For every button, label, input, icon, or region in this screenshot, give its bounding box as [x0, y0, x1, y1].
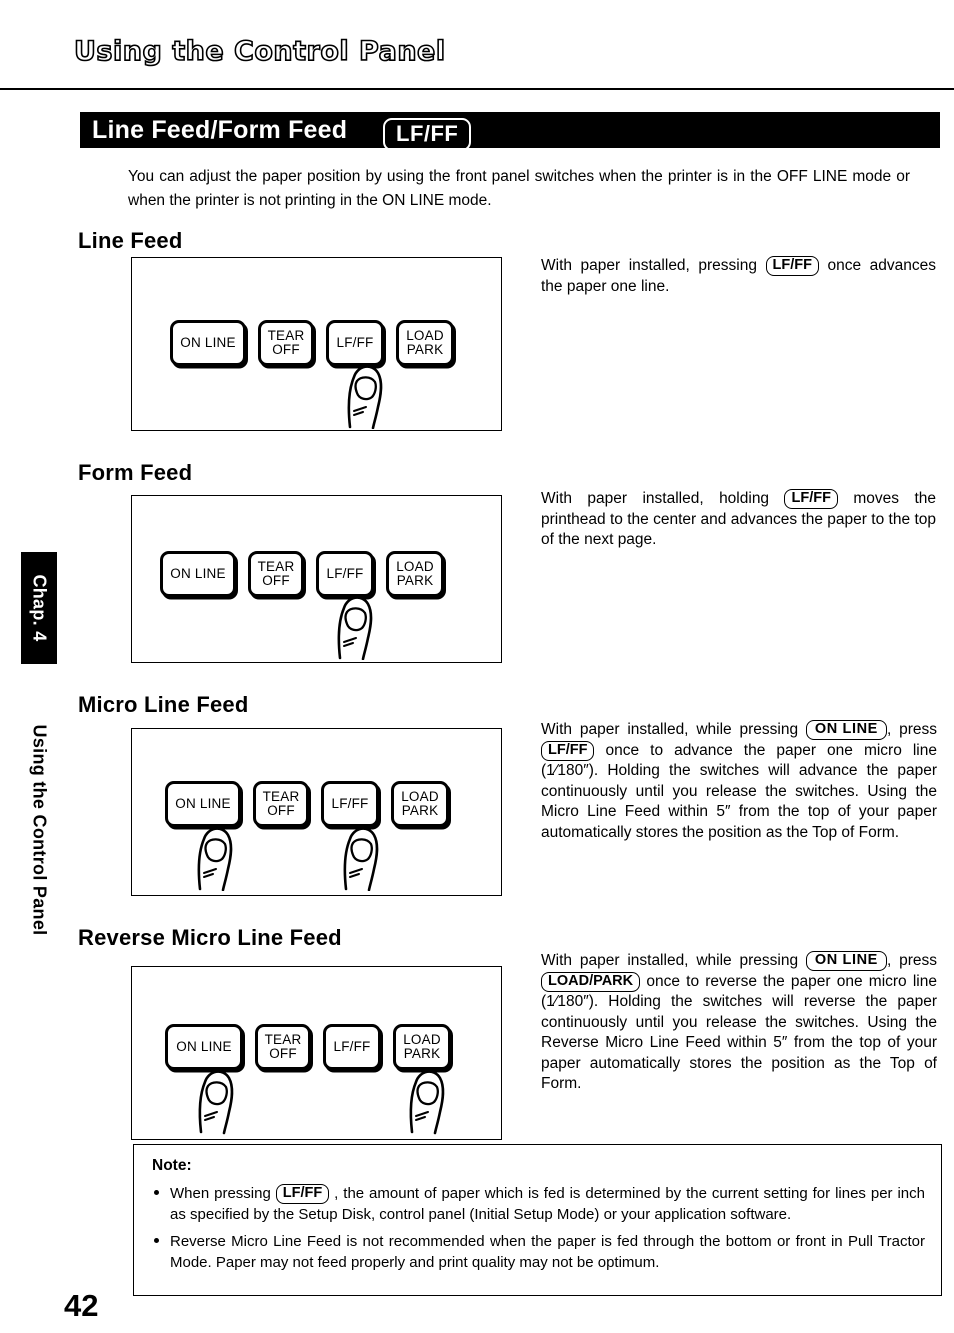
finger-icon-load-park — [409, 1070, 445, 1135]
section-title: Line Feed/Form Feed — [92, 116, 348, 144]
panel-button-load-park-label-1: LOAD — [396, 559, 434, 574]
desc-reverse-text-c: press — [899, 952, 937, 969]
chapter-tab: Chap. 4 — [21, 552, 57, 664]
chapter-side-label: Using the Control Panel — [29, 724, 50, 936]
finger-icon-lf-ff — [343, 827, 379, 891]
section-key-badge: LF/FF — [383, 118, 472, 151]
panel-button-load-park-label-2: PARK — [396, 573, 434, 588]
panel-button-load-park-label-1: LOAD — [406, 328, 444, 343]
panel-button-on-line[interactable]: ON LINE — [160, 551, 236, 597]
key-badge-lf-ff: LF/FF — [765, 256, 819, 276]
heading-line-feed: Line Feed — [78, 228, 183, 253]
panel-button-load-park-label-1: LOAD — [401, 789, 439, 804]
chapter-title: Using the Control Panel — [73, 35, 446, 68]
bullet-icon — [154, 1238, 159, 1243]
heading-form-feed: Form Feed — [78, 460, 193, 485]
panel-button-tear-off-label-2: OFF — [272, 342, 300, 357]
panel-button-lf-ff-label: LF/FF — [333, 1039, 371, 1054]
panel-button-tear-off-label-1: TEAR — [262, 789, 300, 804]
panel-button-tear-off[interactable]: TEAR OFF — [255, 1024, 311, 1070]
note-title: Note: — [152, 1157, 192, 1174]
panel-button-load-park[interactable]: LOAD PARK — [391, 781, 449, 827]
desc-micro-text-c: press — [899, 721, 937, 738]
note-box: Note: When pressing LF/FF , the amount o… — [133, 1144, 942, 1296]
key-badge-lf-ff: LF/FF — [784, 489, 838, 509]
intro-paragraph: You can adjust the paper position by usi… — [128, 168, 910, 209]
desc-micro-text-d: once to advance the paper one micro line… — [541, 741, 937, 841]
panel-button-lf-ff-label: LF/FF — [331, 796, 369, 811]
bullet-icon — [154, 1190, 159, 1195]
chapter-side-label-container: Using the Control Panel — [21, 700, 57, 960]
note-list-item: Reverse Micro Line Feed is not recommend… — [152, 1232, 925, 1273]
panel-button-tear-off-label-1: TEAR — [267, 328, 305, 343]
desc-line-feed: With paper installed, pressing LF/FF onc… — [541, 256, 936, 297]
panel-button-tear-off[interactable]: TEAR OFF — [253, 781, 309, 827]
desc-micro-text-a: With paper installed, while pressing — [541, 721, 799, 738]
diagram-form-feed: ON LINE TEAR OFF LF/FF LOAD PARK — [131, 495, 502, 663]
manual-page: Using the Control Panel Line Feed/Form F… — [0, 0, 954, 1333]
panel-button-on-line-label: ON LINE — [180, 335, 236, 350]
desc-micro-line-feed: With paper installed, while pressing ON … — [541, 720, 937, 843]
panel-button-tear-off[interactable]: TEAR OFF — [258, 320, 314, 366]
panel-button-load-park-label-2: PARK — [401, 803, 439, 818]
panel-button-tear-off-label-2: OFF — [269, 1046, 297, 1061]
page-number: 42 — [64, 1288, 99, 1323]
panel-button-load-park-label-1: LOAD — [403, 1032, 441, 1047]
desc-form-feed-text-a: With paper installed, holding — [541, 490, 770, 507]
key-badge-lf-ff: LF/FF — [275, 1184, 330, 1204]
panel-button-tear-off-label-1: TEAR — [264, 1032, 302, 1047]
panel-button-tear-off-label-2: OFF — [262, 573, 290, 588]
heading-micro-line-feed: Micro Line Feed — [78, 692, 249, 717]
diagram-line-feed: ON LINE TEAR OFF LF/FF LOAD PARK — [131, 257, 502, 431]
panel-button-on-line-label: ON LINE — [170, 566, 226, 581]
finger-icon-on-line — [198, 1070, 234, 1135]
desc-form-feed: With paper installed, holding LF/FF move… — [541, 489, 936, 551]
diagram-micro-line-feed: ON LINE TEAR OFF LF/FF LOAD PARK — [131, 728, 502, 896]
panel-button-tear-off-label-1: TEAR — [257, 559, 295, 574]
panel-button-lf-ff-label: LF/FF — [326, 566, 364, 581]
note-item-2-post: Reverse Micro Line Feed is not recommend… — [170, 1233, 925, 1271]
desc-reverse-text-a: With paper installed, while pressing — [541, 952, 799, 969]
panel-button-load-park[interactable]: LOAD PARK — [386, 551, 444, 597]
header-rule — [0, 88, 954, 90]
finger-icon-lf-ff — [347, 365, 383, 429]
panel-button-load-park-label-2: PARK — [406, 342, 444, 357]
note-item-1-pre: When pressing — [170, 1185, 271, 1202]
key-badge-on-line: ON LINE — [805, 720, 887, 740]
panel-button-on-line-label: ON LINE — [176, 1039, 232, 1054]
panel-button-lf-ff[interactable]: LF/FF — [323, 1024, 381, 1070]
finger-icon-on-line — [197, 827, 233, 891]
key-badge-on-line: ON LINE — [805, 951, 887, 971]
chapter-tab-label: Chap. 4 — [29, 574, 50, 642]
section-bar: Line Feed/Form Feed LF/FF — [80, 112, 940, 151]
key-badge-lf-ff: LF/FF — [541, 740, 595, 761]
desc-micro-text-b: , — [886, 721, 892, 738]
panel-button-lf-ff-label: LF/FF — [336, 335, 374, 350]
desc-reverse-micro-line-feed: With paper installed, while pressing ON … — [541, 951, 937, 1095]
key-badge-load-park: LOAD/PARK — [541, 971, 641, 992]
panel-button-tear-off-label-2: OFF — [267, 803, 295, 818]
desc-reverse-text-b: , — [886, 952, 892, 969]
note-list-item: When pressing LF/FF , the amount of pape… — [152, 1184, 925, 1225]
diagram-reverse-micro-line-feed: ON LINE TEAR OFF LF/FF LOAD PARK — [131, 966, 502, 1140]
panel-button-load-park[interactable]: LOAD PARK — [396, 320, 454, 366]
finger-icon-lf-ff — [337, 596, 373, 660]
desc-line-feed-text-a: With paper installed, pressing — [541, 257, 757, 274]
panel-button-on-line-label: ON LINE — [175, 796, 231, 811]
panel-button-tear-off[interactable]: TEAR OFF — [248, 551, 304, 597]
panel-button-on-line[interactable]: ON LINE — [170, 320, 246, 366]
heading-reverse-micro-line-feed: Reverse Micro Line Feed — [78, 925, 342, 950]
